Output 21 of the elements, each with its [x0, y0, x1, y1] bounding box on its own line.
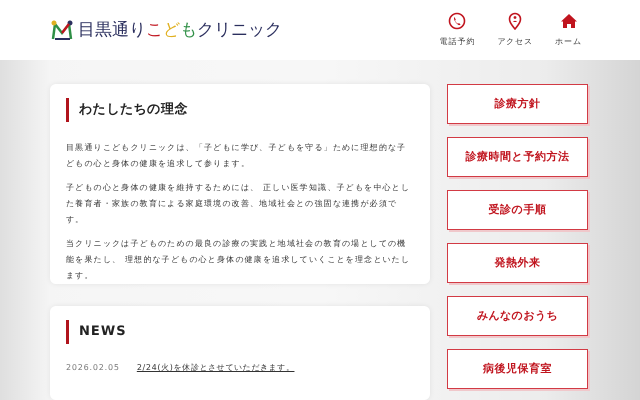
news-link[interactable]: 2/24(火)を休診とさせていただきます。 [136, 362, 294, 374]
menu-button[interactable]: 診療方針 [447, 84, 588, 124]
nav-link[interactable]: ホーム [555, 12, 582, 48]
logo-icon [50, 19, 74, 41]
nav-link[interactable]: 電話予約 [439, 12, 476, 48]
paragraph: 目黒通りこどもクリニックは、「子どもに学び、子どもを守る」ために理想的な子どもの心と身体の健康を追求して参ります。 [66, 142, 408, 170]
section-title: わたしたちの理念 [79, 101, 188, 120]
news-date: 2026.02.05 [66, 362, 120, 374]
nav-link[interactable]: アクセス [497, 12, 534, 48]
phone-icon [448, 12, 466, 30]
location-pin-icon [506, 12, 524, 30]
menu-button[interactable]: 発熱外来 [447, 243, 588, 283]
section-title: NEWS [79, 323, 127, 342]
menu-button[interactable]: みんなのおうち [447, 296, 588, 336]
paragraph: 子どもの心と身体の健康を維持するためには、 正しい医学知識、子どもを中心とした養育者・家族の教育による家庭環境の改善、地域社会との強固な連携が必須です。 [66, 182, 412, 226]
menu-button[interactable]: 病後児保育室 [447, 349, 588, 389]
menu-button[interactable]: 受診の手順 [447, 190, 588, 230]
menu-button[interactable]: 診療時間と予約方法 [447, 137, 588, 177]
paragraph: 当クリニックは子どものための最良の診療の実践と地域社会の教育の場としての機能を果たし、 理想的な子どもの心と身体の健康を追求していくことを理念といたします。 [66, 238, 412, 282]
logo-text[interactable]: 目黒通り こ ども クリニック [78, 22, 282, 38]
home-icon [560, 12, 578, 30]
